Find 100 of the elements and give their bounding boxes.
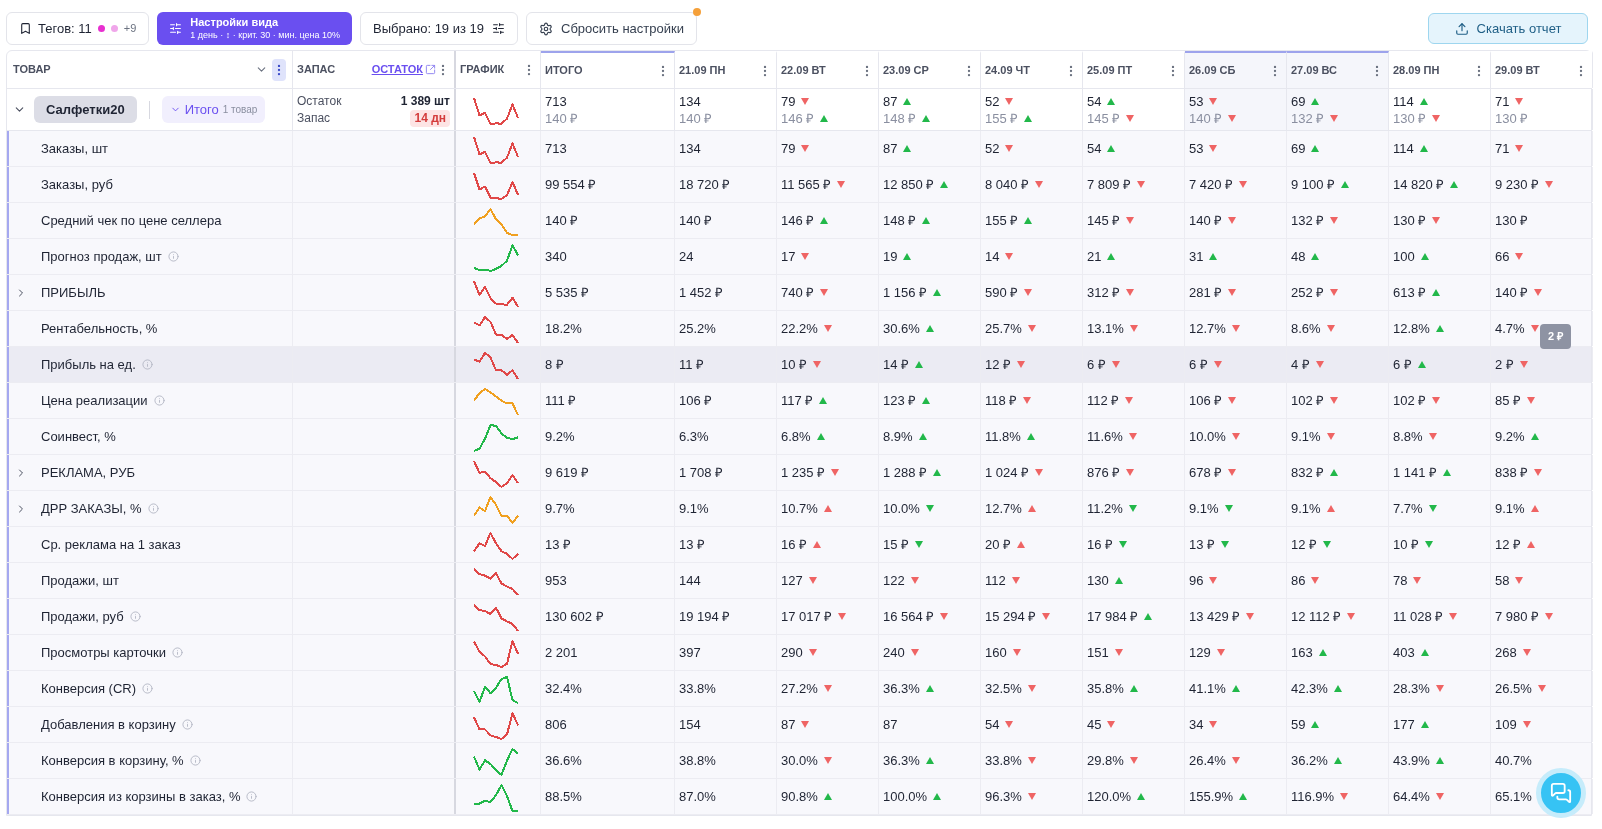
cell-value: 12 112 ₽ (1291, 607, 1342, 626)
cell-value: 9.1% (1495, 499, 1525, 518)
cell-value: 16 564 ₽ (883, 607, 935, 626)
metric-label: Ср. реклама на 1 заказ (41, 535, 181, 554)
cell-value: 118 ₽ (985, 391, 1018, 410)
metric-label: Просмотры карточки (41, 643, 166, 662)
cell-value: 102 ₽ (1393, 391, 1427, 410)
cell-value: 15 ₽ (883, 535, 910, 554)
cell-value: 281 ₽ (1189, 283, 1223, 302)
cell-value: 117 ₽ (781, 391, 814, 410)
cell-value: 144 (679, 571, 701, 590)
cell-value: 9.1% (1291, 427, 1321, 446)
cell-value: 13 ₽ (1189, 535, 1216, 554)
cell-value: 403 (1393, 643, 1415, 662)
cell-value: 4.7% (1495, 319, 1525, 338)
view-settings-button[interactable]: Настройки вида 1 день · ↕ · крит. 30 · мин. цена 10% (157, 12, 353, 45)
table-row[interactable]: РЕКЛАМА, РУБ 9 619 ₽ 1 708 ₽ 1 235 ₽ 1 288 ₽ 1 024 ₽ 876 ₽ 678 ₽ 832 ₽ 1 141 ₽ 838 ₽ (7, 455, 1591, 491)
table-row[interactable]: Прогноз продаж, шт 340 24 17 19 14 21 31 48 100 66 (7, 239, 1591, 275)
cell-value: 30.0% (781, 751, 818, 770)
cell-value: 79 (781, 139, 796, 158)
table-row[interactable]: Конверсия в корзину, % 36.6% 38.8% 30.0% 36.3% 33.8% 29.8% 26.4% 36.2% 43.9% 40.7% (7, 743, 1591, 779)
metric-label: Соинвест, % (41, 427, 116, 446)
tags-button[interactable]: Тегов: 11 +9 (6, 12, 150, 45)
cell-value: 109 (1495, 715, 1517, 734)
total-dropdown[interactable]: Итого 1 товар (161, 95, 266, 124)
column-menu-button[interactable] (272, 58, 286, 81)
cell-value: 590 ₽ (985, 283, 1019, 302)
column-title: ТОВАР (13, 62, 51, 78)
cell-value: 16 ₽ (1087, 535, 1114, 554)
table-row[interactable]: Конверсия из корзины в заказ, % 88.5% 87.0% 90.8% 100.0% 96.3% 120.0% 155.9% 116.9% 64.4% 65.1% (7, 779, 1591, 815)
cell-value: 713 (545, 139, 567, 158)
cell-value: 713 (545, 92, 567, 110)
cell-value: 36.2% (1291, 751, 1328, 770)
cell-value: 99 554 ₽ (545, 175, 597, 194)
cell-value: 140 ₽ (1495, 283, 1529, 302)
table-row[interactable]: Заказы, руб 99 554 ₽ 18 720 ₽ 11 565 ₽ 12 850 ₽ 8 040 ₽ 7 809 ₽ 7 420 ₽ 9 100 ₽ 14 820 ₽ 9 230 ₽ (7, 167, 1591, 203)
bookmark-icon (19, 22, 32, 35)
table-row[interactable]: Ср. реклама на 1 заказ 13 ₽ 13 ₽ 16 ₽ 15 ₽ 20 ₽ 16 ₽ 13 ₽ 12 ₽ 10 ₽ 12 ₽ (7, 527, 1591, 563)
table-row[interactable]: Продажи, шт 953 144 127 122 112 130 96 86 78 58 (7, 563, 1591, 599)
cell-value: 130 ₽ (1393, 211, 1427, 230)
table-row[interactable]: ПРИБЫЛЬ 5 535 ₽ 1 452 ₽ 740 ₽ 1 156 ₽ 590 ₽ 312 ₽ 281 ₽ 252 ₽ 613 ₽ 140 ₽ (7, 275, 1591, 311)
cell-value: 25.7% (985, 319, 1022, 338)
cell-value: 12 ₽ (1495, 535, 1522, 554)
cell-value: 2 201 (545, 643, 578, 662)
selected-label: Выбрано: 19 из 19 (373, 19, 484, 38)
cell-value: 7 420 ₽ (1189, 175, 1234, 194)
table-row[interactable]: Конверсия (CR) 32.4% 33.8% 27.2% 36.3% 32.5% 35.8% 41.1% 42.3% 28.3% 26.5% (7, 671, 1591, 707)
table-row[interactable]: Продажи, руб 130 602 ₽ 19 194 ₽ 17 017 ₽ 16 564 ₽ 15 294 ₽ 17 984 ₽ 13 429 ₽ 12 112 ₽ 11 028 ₽ 7 980 ₽ (7, 599, 1591, 635)
cell-value: 252 ₽ (1291, 283, 1325, 302)
cell-value: 146 ₽ (781, 211, 815, 230)
cell-value: 4 ₽ (1291, 355, 1310, 374)
cell-value: 13 429 ₽ (1189, 607, 1241, 626)
cell-value: 130 (1087, 571, 1109, 590)
cell-value: 132 ₽ (1291, 211, 1325, 230)
table-row[interactable]: Просмотры карточки 2 201 397 290 240 160 151 129 163 403 268 (7, 635, 1591, 671)
product-count: 1 товар (222, 103, 258, 117)
cell-value: 806 (545, 715, 567, 734)
sliders-icon (169, 22, 183, 35)
cell-value: 9.1% (679, 499, 709, 518)
cell-value: 90.8% (781, 787, 818, 806)
table-row[interactable]: Соинвест, % 9.2% 6.3% 6.8% 8.9% 11.8% 11.6% 10.0% 9.1% 8.8% 9.2% (7, 419, 1591, 455)
cell-value: 15 294 ₽ (985, 607, 1037, 626)
column-title: 25.09 ПТ (1087, 63, 1133, 79)
cell-value: 26.5% (1495, 679, 1532, 698)
external-link-icon[interactable] (425, 64, 436, 75)
cell-value: 154 (679, 715, 701, 734)
table-row[interactable]: Средний чек по цене селлера 140 ₽ 140 ₽ 146 ₽ 148 ₽ 155 ₽ 145 ₽ 140 ₽ 132 ₽ 130 ₽ 130 ₽ (7, 203, 1591, 239)
download-report-button[interactable]: Скачать отчет (1428, 13, 1588, 44)
cell-value: 87 (883, 715, 898, 734)
selected-button[interactable]: Выбрано: 19 из 19 (360, 12, 518, 45)
cell-value: 43.9% (1393, 751, 1430, 770)
cell-value: 130 602 ₽ (545, 607, 604, 626)
column-title: 27.09 ВС (1291, 63, 1338, 79)
metric-label: Добавления в корзину (41, 715, 176, 734)
product-chip[interactable]: Салфетки20 (34, 95, 137, 124)
cell-value: 38.8% (679, 751, 716, 770)
stock-sort-link[interactable]: ОСТАТОК (371, 61, 423, 78)
table-row[interactable]: Добавления в корзину 806 154 87 87 54 45 34 59 177 109 (7, 707, 1591, 743)
cell-value: 8 ₽ (545, 355, 564, 374)
metric-label: Конверсия в корзину, % (41, 751, 184, 770)
cell-value: 102 ₽ (1291, 391, 1325, 410)
table-row[interactable]: Цена реализации 111 ₽ 106 ₽ 117 ₽ 123 ₽ 118 ₽ 112 ₽ 106 ₽ 102 ₽ 102 ₽ 85 ₽ (7, 383, 1591, 419)
table-row[interactable]: Заказы, шт 713 134 79 87 52 54 53 69 114 71 (7, 131, 1591, 167)
table-row[interactable]: Прибыль на ед. 8 ₽ 11 ₽ 10 ₽ 14 ₽ 12 ₽ 6 ₽ 6 ₽ 4 ₽ 6 ₽ 2 ₽ (7, 347, 1591, 383)
metric-label: Конверсия из корзины в заказ, % (41, 787, 241, 806)
cell-value: 12.7% (1189, 319, 1226, 338)
cell-value: 114 (1393, 139, 1414, 158)
table-row[interactable]: ДРР ЗАКАЗЫ, % 9.7% 9.1% 10.7% 10.0% 12.7% 11.2% 9.1% 9.1% 7.7% 9.1% (7, 491, 1591, 527)
cell-value: 5 535 ₽ (545, 283, 590, 302)
metric-label: Прогноз продаж, шт (41, 247, 162, 266)
cell-value: 66 (1495, 247, 1510, 266)
cell-value: 100 (1393, 247, 1415, 266)
cell-value: 1 708 ₽ (679, 463, 724, 482)
cell-value: 9.1% (1189, 499, 1219, 518)
cell-value: 740 ₽ (781, 283, 815, 302)
cell-value: 36.6% (545, 751, 582, 770)
cell-value: 78 (1393, 571, 1408, 590)
cell-value: 1 235 ₽ (781, 463, 826, 482)
cell-value: 7.7% (1393, 499, 1423, 518)
cell-value: 6 ₽ (1393, 355, 1412, 374)
